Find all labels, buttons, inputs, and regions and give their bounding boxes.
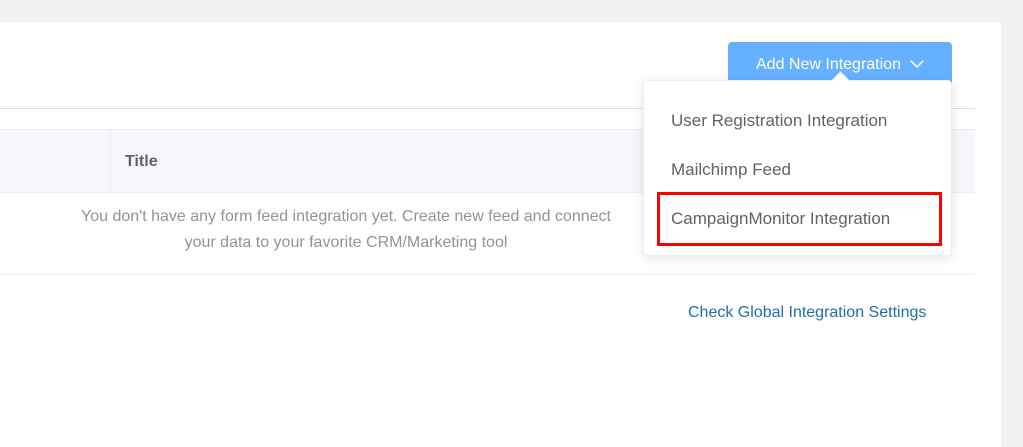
dropdown-item-mailchimp-feed[interactable]: Mailchimp Feed (644, 152, 951, 188)
check-global-integration-settings-link[interactable]: Check Global Integration Settings (688, 304, 926, 322)
dropdown-item-campaignmonitor-integration[interactable]: CampaignMonitor Integration (644, 201, 951, 237)
chevron-down-icon (910, 60, 924, 69)
page: Add New Integration Title You don't have… (0, 0, 1023, 447)
integration-dropdown-menu: User Registration Integration Mailchimp … (643, 71, 952, 256)
empty-state-line-2: your data to your favorite CRM/Marketing… (184, 234, 508, 251)
dropdown-item-user-registration-integration[interactable]: User Registration Integration (644, 103, 951, 139)
add-new-integration-label: Add New Integration (756, 55, 901, 73)
column-separator (110, 130, 111, 192)
empty-state-line-1: You don't have any form feed integration… (81, 208, 611, 225)
column-header-title: Title (125, 153, 158, 170)
empty-state-text: You don't have any form feed integration… (40, 204, 652, 256)
